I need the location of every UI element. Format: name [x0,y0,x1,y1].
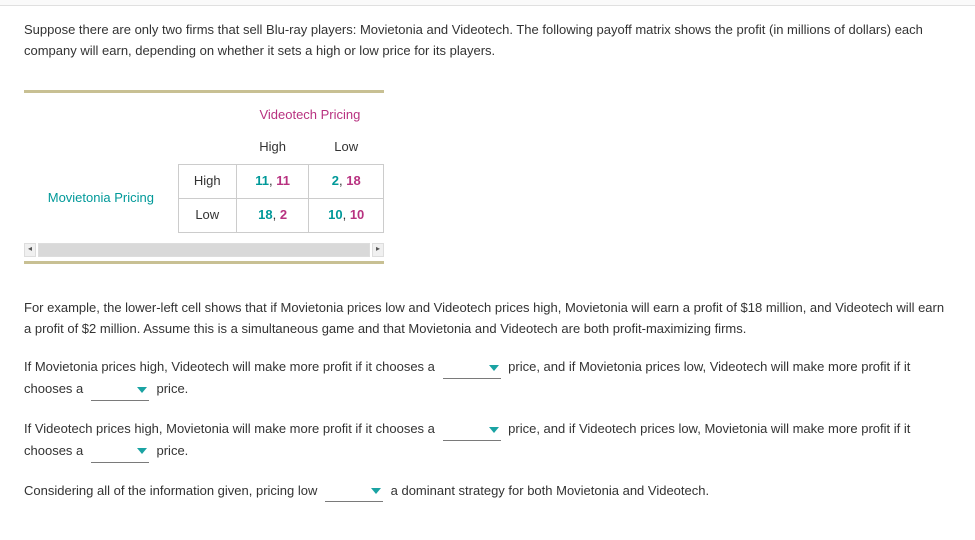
payoff-p2: 2 [280,207,287,222]
scroll-left-icon[interactable]: ◂ [24,243,36,257]
caret-down-icon [489,365,499,371]
matrix-scrollbar[interactable]: ◂ ▸ [24,243,384,257]
payoff-matrix: Videotech Pricing High Low Movietonia Pr… [24,90,384,233]
q3-dropdown-1[interactable] [325,481,383,503]
payoff-p2: 18 [346,173,360,188]
payoff-p1: 18 [258,207,272,222]
q1-dropdown-2[interactable] [91,379,149,401]
caret-down-icon [137,448,147,454]
matrix-divider-bottom [24,261,384,264]
q2-text-3: price. [157,443,189,458]
payoff-sep: , [343,207,350,222]
row-header-high: High [178,165,236,199]
matrix-divider-top [24,90,384,93]
q2-dropdown-2[interactable] [91,441,149,463]
cell-high-high: 11, 11 [236,165,309,199]
caret-down-icon [371,488,381,494]
cell-low-high: 18, 2 [236,198,309,232]
question-3: Considering all of the information given… [24,481,951,503]
q1-text-3: price. [157,381,189,396]
payoff-p1: 11 [255,173,269,188]
payoff-p2: 11 [276,173,290,188]
question-body: Suppose there are only two firms that se… [0,6,975,530]
question-2: If Videotech prices high, Movietonia wil… [24,419,951,463]
payoff-p1: 10 [328,207,342,222]
row-player-label: Movietonia Pricing [24,165,178,233]
col-header-low: Low [309,131,384,164]
caret-down-icon [489,427,499,433]
example-text: For example, the lower-left cell shows t… [24,298,951,340]
cell-low-low: 10, 10 [309,198,384,232]
cell-high-low: 2, 18 [309,165,384,199]
q1-text-1: If Movietonia prices high, Videotech wil… [24,359,439,374]
col-player-label: Videotech Pricing [236,99,383,132]
q2-text-1: If Videotech prices high, Movietonia wil… [24,421,439,436]
caret-down-icon [137,387,147,393]
intro-text: Suppose there are only two firms that se… [24,20,951,62]
scroll-track[interactable] [38,243,370,257]
row-header-low: Low [178,198,236,232]
q1-dropdown-1[interactable] [443,357,501,379]
col-header-high: High [236,131,309,164]
q3-text-2: a dominant strategy for both Movietonia … [391,483,709,498]
payoff-sep: , [273,207,280,222]
question-1: If Movietonia prices high, Videotech wil… [24,357,951,401]
payoff-table: Videotech Pricing High Low Movietonia Pr… [24,99,384,233]
scroll-right-icon[interactable]: ▸ [372,243,384,257]
q3-text-1: Considering all of the information given… [24,483,321,498]
q2-dropdown-1[interactable] [443,419,501,441]
payoff-p1: 2 [332,173,339,188]
payoff-p2: 10 [350,207,364,222]
